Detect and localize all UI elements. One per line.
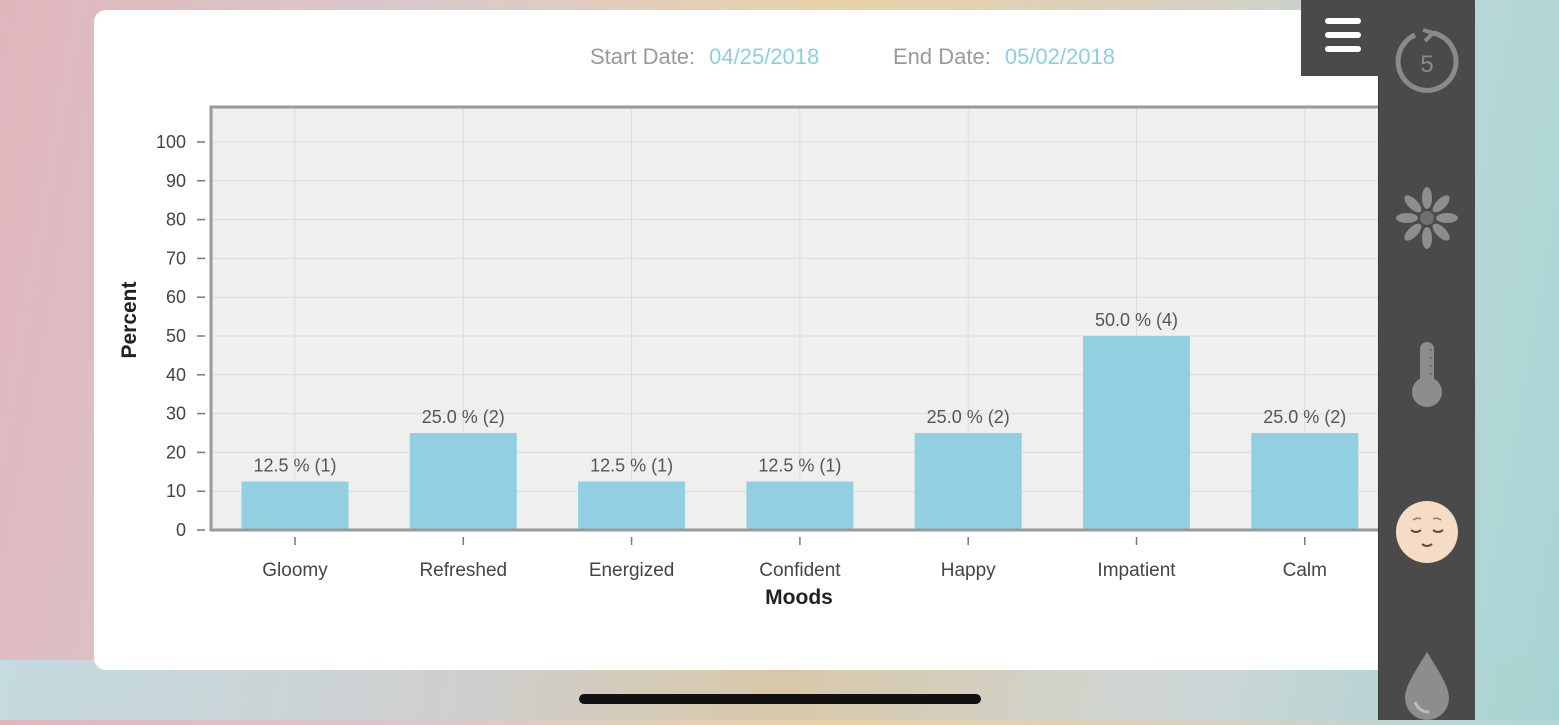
y-axis-title: Percent bbox=[118, 281, 141, 358]
y-tick-label: 0 bbox=[176, 520, 186, 540]
x-tick-label: Refreshed bbox=[419, 560, 507, 581]
menu-bar-line bbox=[1325, 46, 1361, 52]
data-label: 50.0 % (4) bbox=[1095, 310, 1178, 330]
data-label: 12.5 % (1) bbox=[758, 456, 841, 476]
bar-confident bbox=[746, 481, 854, 530]
y-tick-label: 100 bbox=[156, 132, 186, 152]
bar-calm bbox=[1251, 433, 1359, 530]
bar-refreshed bbox=[409, 433, 517, 530]
y-tick-label: 50 bbox=[166, 326, 186, 346]
x-tick-label: Gloomy bbox=[262, 560, 328, 581]
y-tick-label: 10 bbox=[166, 481, 186, 501]
menu-bar-line bbox=[1325, 32, 1361, 38]
side-rail: 5 bbox=[1378, 0, 1475, 720]
x-tick-label: Confident bbox=[759, 560, 841, 581]
bar-happy bbox=[914, 433, 1022, 530]
y-tick-label: 40 bbox=[166, 365, 186, 385]
x-tick-label: Energized bbox=[589, 560, 675, 581]
y-tick-label: 20 bbox=[166, 442, 186, 462]
x-tick-label: Calm bbox=[1283, 560, 1327, 581]
y-tick-label: 60 bbox=[166, 287, 186, 307]
x-axis-title: Moods bbox=[765, 586, 833, 609]
bar-impatient bbox=[1083, 336, 1190, 530]
timer-number: 5 bbox=[1420, 51, 1433, 78]
x-tick-label: Impatient bbox=[1097, 560, 1176, 581]
data-label: 25.0 % (2) bbox=[422, 407, 505, 427]
menu-bar-line bbox=[1325, 18, 1361, 24]
bar-energized bbox=[578, 481, 686, 530]
thermometer-icon[interactable] bbox=[1393, 338, 1461, 415]
bar-gloomy bbox=[241, 481, 349, 530]
hamburger-menu-icon[interactable] bbox=[1301, 0, 1379, 76]
data-label: 25.0 % (2) bbox=[1263, 407, 1346, 427]
y-tick-label: 80 bbox=[166, 210, 186, 230]
data-label: 12.5 % (1) bbox=[253, 456, 336, 476]
mood-face-icon[interactable] bbox=[1393, 498, 1461, 571]
flower-icon[interactable] bbox=[1393, 184, 1461, 257]
mood-bar-chart: 12.5 % (1) 25.0 % (2) 12.5 % (1) 12.5 % (1)… bbox=[118, 105, 1389, 609]
water-drop-icon[interactable] bbox=[1393, 646, 1461, 725]
y-tick-label: 70 bbox=[166, 248, 186, 268]
x-tick-label: Happy bbox=[941, 560, 996, 581]
timer-icon[interactable]: 5 bbox=[1393, 28, 1461, 101]
y-tick-label: 90 bbox=[166, 171, 186, 191]
data-label: 25.0 % (2) bbox=[927, 407, 1010, 427]
home-indicator[interactable] bbox=[579, 694, 981, 704]
y-tick-label: 30 bbox=[166, 404, 186, 424]
data-label: 12.5 % (1) bbox=[590, 456, 673, 476]
